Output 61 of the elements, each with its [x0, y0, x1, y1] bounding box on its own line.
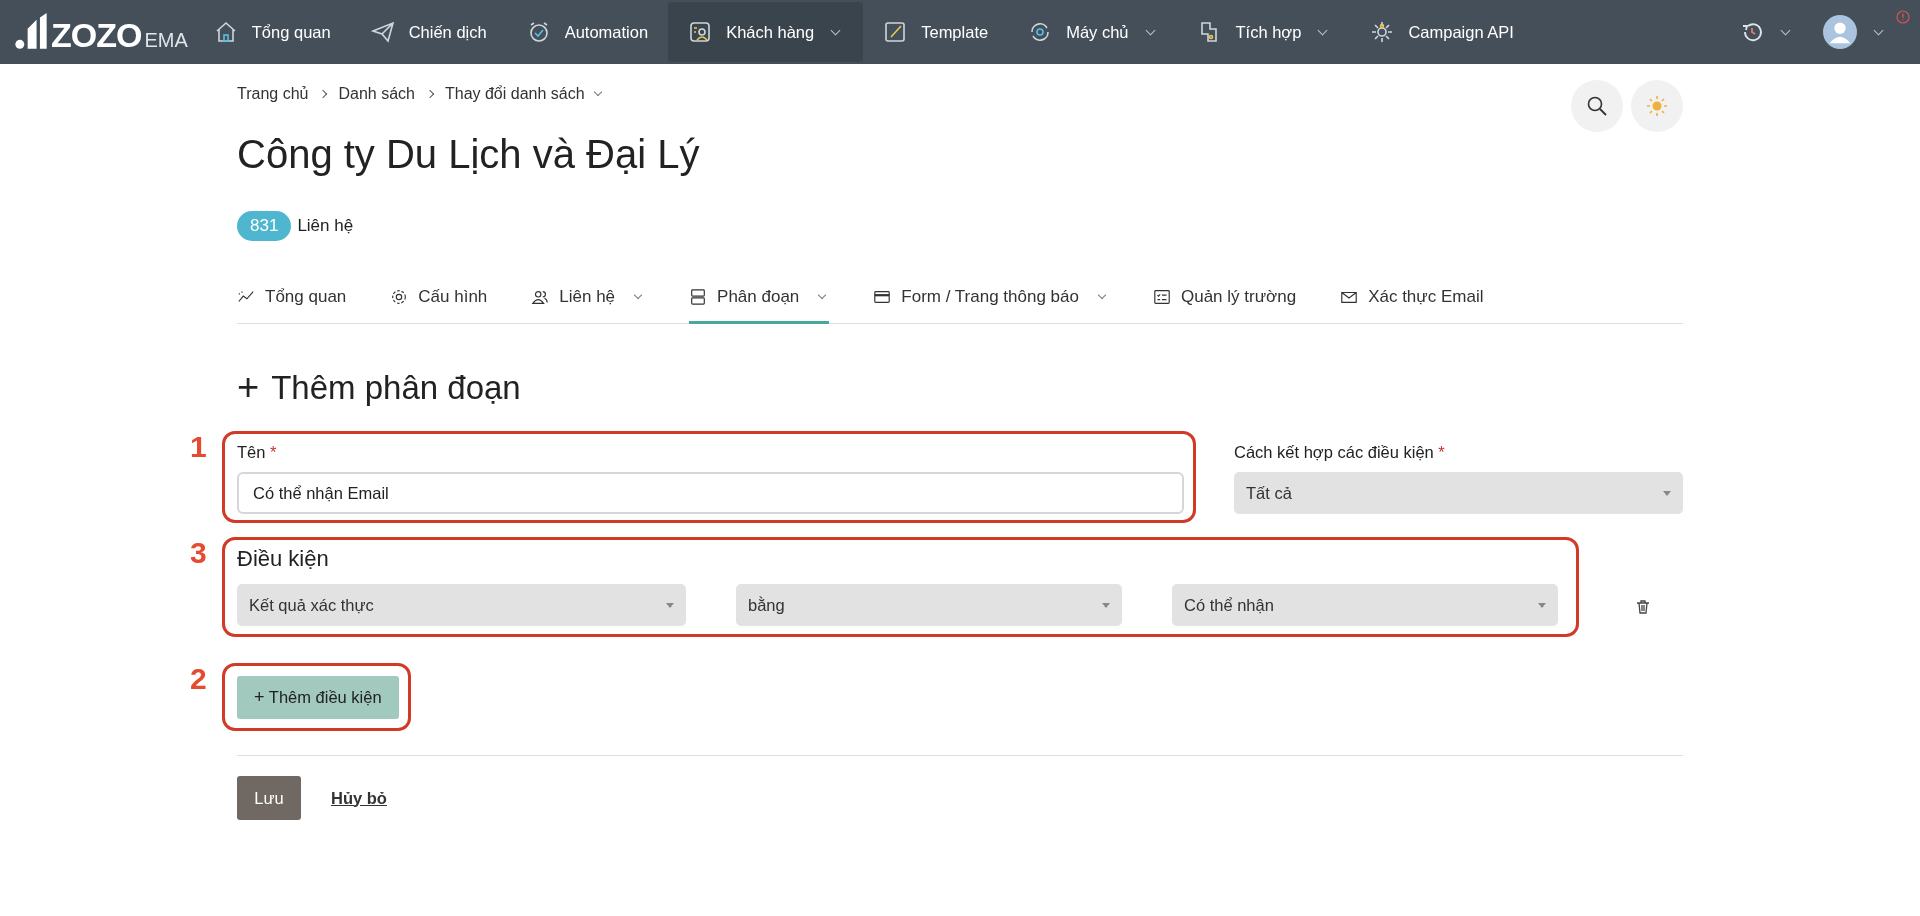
contact-count-label: Liên hệ [297, 216, 354, 236]
checklist-icon [1153, 288, 1171, 306]
caret-icon [1538, 602, 1546, 608]
form-heading: Thêm phân đoạn [271, 368, 521, 407]
tab[interactable]: Cấu hình [390, 287, 488, 324]
tab[interactable]: Form / Trang thông báo [873, 287, 1109, 324]
nav-menu-item[interactable]: Tổng quan [193, 2, 351, 62]
search-icon [1585, 94, 1609, 118]
nav-menu-item[interactable]: Campaign API [1350, 2, 1534, 62]
tab[interactable]: Liên hệ [531, 287, 646, 324]
nav-menu-item[interactable]: Template [863, 2, 1009, 62]
nav-menu-item[interactable]: Chiến dịch [350, 2, 507, 62]
pencil-square-icon [883, 20, 908, 44]
contact-card-icon [688, 20, 713, 44]
search-button[interactable] [1571, 80, 1623, 132]
nav-menu-item[interactable]: Automation [506, 2, 669, 62]
caret-icon [666, 602, 674, 608]
plus-icon: + [237, 366, 260, 409]
avatar-icon [1823, 15, 1857, 49]
tab[interactable]: Phân đoạn [689, 287, 830, 324]
paper-plane-icon [370, 20, 395, 44]
trash-icon [1635, 599, 1651, 615]
annotation-number: 1 [190, 430, 207, 464]
gear-icon [390, 288, 409, 306]
value-select[interactable]: Có thể nhận [1172, 584, 1558, 626]
tab[interactable]: Tổng quan [237, 287, 347, 324]
nav-menu-item[interactable]: Khách hàng [668, 2, 864, 62]
logo-suffix-text: EMA [144, 29, 188, 51]
operator-select[interactable]: bằng [736, 584, 1122, 626]
nav-menu-item[interactable]: Máy chủ [1008, 2, 1178, 62]
add-condition-button[interactable]: + Thêm điều kiện [237, 676, 399, 719]
browser-window-icon [873, 288, 892, 306]
annotation-number: 3 [190, 536, 207, 570]
field-label: Tên * [237, 443, 278, 462]
history-icon [1740, 20, 1764, 44]
page-title: Công ty Du Lịch và Đại Lý [237, 132, 701, 177]
annotation-number: 2 [190, 662, 207, 696]
breadcrumb-link[interactable]: Thay đổi danh sách [444, 85, 605, 103]
save-button[interactable]: Lưu [237, 776, 301, 820]
people-icon [531, 288, 550, 306]
logo-brand-text: ZOZO [51, 19, 142, 51]
theme-toggle-button[interactable] [1631, 80, 1683, 132]
cancel-link[interactable]: Hủy bỏ [331, 788, 387, 808]
nav-menu-item[interactable]: Tích hợp [1177, 2, 1351, 62]
breadcrumb-link[interactable]: Trang chủ [237, 85, 309, 103]
name-input-field[interactable]: Có thể nhận Email [237, 472, 1184, 514]
conditions-heading: Điều kiện [237, 546, 330, 572]
tab[interactable]: Quản lý trường [1153, 287, 1297, 324]
field-label: Cách kết hợp các điều kiện * [1234, 443, 1446, 462]
logo[interactable]: ZOZO EMA [14, 13, 188, 51]
field-select[interactable]: Kết quả xác thực [237, 584, 686, 626]
caret-icon [1663, 490, 1671, 496]
tab[interactable]: Xác thực Email [1340, 287, 1484, 324]
breadcrumb-link[interactable]: Danh sách [338, 85, 415, 103]
caret-icon [1102, 602, 1110, 608]
contact-count-badge: 831 [237, 211, 292, 241]
sun-icon [1645, 94, 1669, 118]
gear-icon [1370, 20, 1395, 44]
stacked-rectangles-icon [689, 288, 708, 306]
logo-icon [14, 13, 48, 51]
combine-select[interactable]: Tất cả [1234, 472, 1683, 514]
